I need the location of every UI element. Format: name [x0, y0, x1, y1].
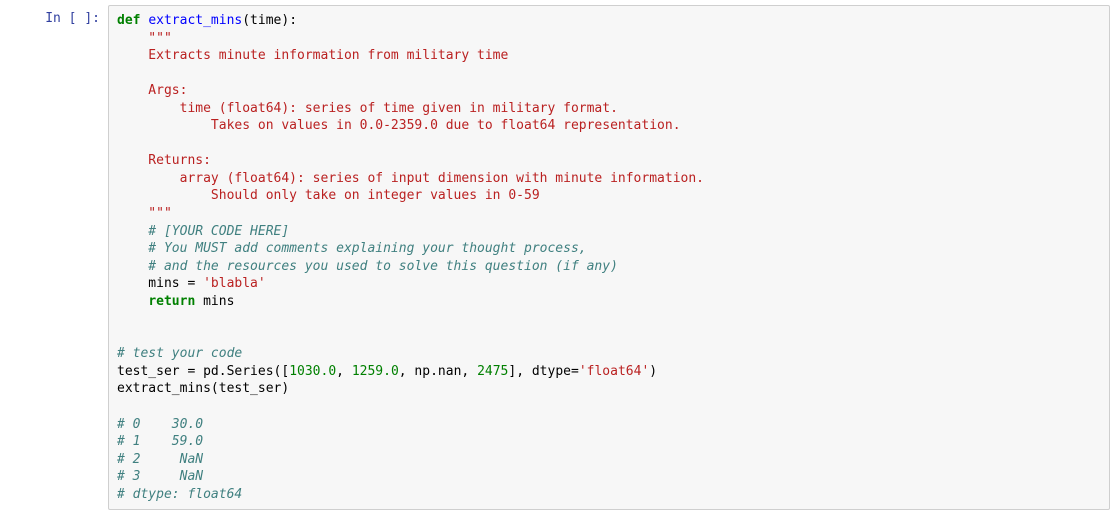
docstring-line: Args: — [117, 83, 187, 98]
keyword-def: def — [117, 13, 140, 28]
comment: # 0 30.0 — [117, 417, 203, 432]
comment: # dtype: float64 — [117, 487, 242, 502]
comment: # and the resources you used to solve th… — [117, 259, 618, 274]
string-literal: 'blabla' — [203, 276, 266, 291]
comment: # You MUST add comments explaining your … — [117, 241, 587, 256]
number: 1030.0 — [289, 364, 336, 379]
comment: # 3 NaN — [117, 469, 203, 484]
code-cell: In [ ]: def extract_mins(time): """ Extr… — [5, 5, 1110, 510]
docstring-line: array (float64): series of input dimensi… — [117, 171, 704, 186]
docstring-open: """ — [117, 31, 172, 46]
code-line: extract_mins(test_ser) — [117, 381, 289, 396]
number: 2475 — [477, 364, 508, 379]
comment: # 2 NaN — [117, 452, 203, 467]
code-content[interactable]: def extract_mins(time): """ Extracts min… — [117, 12, 1101, 503]
input-prompt: In [ ]: — [5, 5, 108, 28]
docstring-line: Takes on values in 0.0-2359.0 due to flo… — [117, 118, 681, 133]
comment: # [YOUR CODE HERE] — [117, 224, 289, 239]
docstring-close: """ — [117, 206, 172, 221]
docstring-line: Should only take on integer values in 0-… — [117, 188, 540, 203]
docstring-line: Returns: — [117, 153, 211, 168]
comment: # test your code — [117, 346, 242, 361]
string-literal: 'float64' — [579, 364, 649, 379]
code-input-area[interactable]: def extract_mins(time): """ Extracts min… — [108, 5, 1110, 510]
keyword-return: return — [148, 294, 195, 309]
function-name: extract_mins — [148, 13, 242, 28]
docstring-line: time (float64): series of time given in … — [117, 101, 618, 116]
comment: # 1 59.0 — [117, 434, 203, 449]
docstring-line: Extracts minute information from militar… — [117, 48, 508, 63]
number: 1259.0 — [352, 364, 399, 379]
